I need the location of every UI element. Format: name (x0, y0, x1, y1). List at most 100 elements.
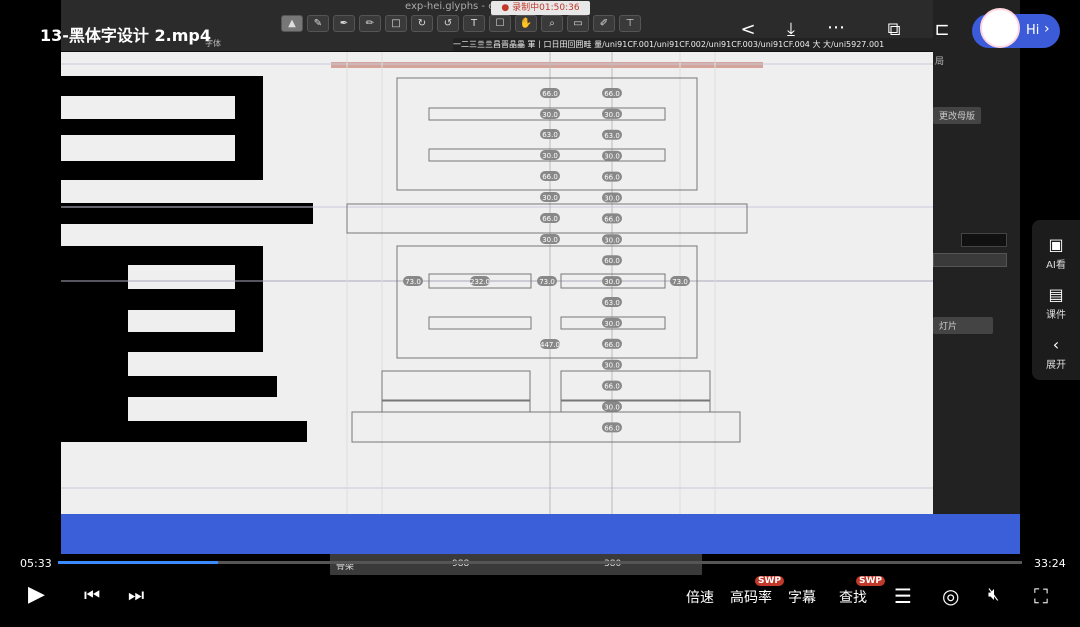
measure-row-badge: 232.0 (470, 276, 490, 286)
svg-text:30.0: 30.0 (542, 111, 558, 119)
ai-view-icon: ▣ (1048, 235, 1064, 254)
right-rail: ▣ AI看 ▤ 课件 ‹ 展开 (1032, 220, 1080, 380)
measure-left-badge: 30.0 (540, 150, 560, 160)
svg-text:30.0: 30.0 (604, 278, 620, 286)
rail-courseware-label: 课件 (1046, 310, 1066, 321)
tool-rotate: ↻ (411, 15, 433, 32)
tool-pencil: ✏ (359, 15, 381, 32)
measure-center-badge: 66.0 (602, 338, 622, 349)
rail-ai-view[interactable]: ▣ AI看 (1032, 234, 1080, 271)
measure-row-badge: 73.0 (537, 276, 557, 286)
video-title: 13-黑体字设计 2.mp4 (40, 26, 211, 45)
more-icon[interactable]: ⋯ (824, 16, 848, 40)
measure-row-badge: 73.0 (670, 276, 690, 286)
tool-anchor: ⊤ (619, 15, 641, 32)
svg-text:232.0: 232.0 (470, 278, 490, 286)
measure-center-badge: 63.0 (602, 297, 622, 307)
svg-text:30.0: 30.0 (604, 195, 620, 203)
measure-left-badge: 30.0 (540, 234, 560, 244)
svg-text:66.0: 66.0 (604, 215, 620, 223)
progress-bar[interactable] (58, 561, 1022, 564)
svg-text:73.0: 73.0 (405, 278, 421, 286)
svg-text:66.0: 66.0 (604, 341, 620, 349)
total-time: 33:24 (1034, 557, 1066, 570)
tool-hand: ✋ (515, 15, 537, 32)
ai-assistant-button[interactable]: Hi › (972, 8, 1060, 48)
measure-center-badge: 30.0 (602, 317, 622, 328)
tool-knife: ✐ (593, 15, 615, 32)
tool-annotate: ☐ (489, 15, 511, 32)
progress-fill (58, 561, 219, 564)
playlist-icon[interactable]: ☰ (894, 584, 912, 608)
measure-left-badge: 66.0 (540, 213, 560, 223)
swp-badge: SWP (755, 576, 785, 586)
tool-brush: ✒ (333, 15, 355, 32)
measure-center-badge: 66.0 (602, 213, 622, 224)
next-icon[interactable]: ⏭ (128, 585, 144, 606)
subtitles-button[interactable]: 字幕 (788, 587, 816, 607)
tool-measure: ▭ (567, 15, 589, 32)
svg-text:66.0: 66.0 (604, 174, 620, 182)
svg-text:66.0: 66.0 (604, 383, 620, 391)
glyph-outline-editor[interactable]: 66.0 30.0 63.0 30.0 66.0 30.0 66.0 30.0 447.0 66.… (61, 52, 933, 515)
svg-text:30.0: 30.0 (604, 236, 620, 244)
tool-rect: □ (385, 15, 407, 32)
svg-text:73.0: 73.0 (672, 278, 688, 286)
measure-left-badge: 63.0 (540, 129, 560, 139)
svg-text:63.0: 63.0 (542, 131, 558, 139)
recording-badge: ● 录制中01:50:36 (491, 1, 590, 15)
video-player[interactable]: exp-hei.glyphs - ex ● 录制中01:50:36 ▲ ✎ ✒ … (0, 0, 1080, 627)
svg-text:63.0: 63.0 (604, 299, 620, 307)
tool-pen: ✎ (307, 15, 329, 32)
subtitle-overlay (61, 514, 1020, 554)
measure-center-badge: 30.0 (602, 150, 622, 161)
previous-icon[interactable]: ⏮ (84, 585, 100, 606)
courseware-icon: ▤ (1048, 285, 1064, 304)
tool-text: T (463, 15, 485, 32)
measure-center-badge: 60.0 (602, 255, 622, 266)
measure-left-badge: 66.0 (540, 88, 560, 98)
measure-center-badge: 66.0 (602, 422, 622, 433)
share-icon[interactable]: < (736, 18, 760, 42)
svg-text:73.0: 73.0 (539, 278, 555, 286)
svg-text:30.0: 30.0 (604, 153, 620, 161)
hi-label: Hi (1026, 23, 1040, 38)
svg-text:30.0: 30.0 (604, 362, 620, 370)
svg-text:30.0: 30.0 (542, 152, 558, 160)
measure-left-badge: 66.0 (540, 171, 560, 181)
tool-zoom: ⌕ (541, 15, 563, 32)
svg-text:66.0: 66.0 (604, 424, 620, 432)
rail-courseware[interactable]: ▤ 课件 (1032, 284, 1080, 321)
search-button[interactable]: 查找 (839, 587, 867, 607)
change-master-button: 更改母版 (933, 107, 982, 124)
measure-center-badge: 30.0 (602, 108, 622, 119)
measure-center-badge: 66.0 (602, 171, 622, 182)
side-label-top: 局 (935, 57, 945, 67)
rail-ai-view-label: AI看 (1046, 260, 1066, 271)
svg-text:30.0: 30.0 (604, 404, 620, 412)
play-icon[interactable]: ▶ (28, 582, 45, 607)
measure-left-badge: 30.0 (540, 109, 560, 119)
video-frame[interactable]: exp-hei.glyphs - ex ● 录制中01:50:36 ▲ ✎ ✒ … (61, 0, 933, 515)
mini-window-icon[interactable]: ⊏ (930, 18, 954, 42)
focus-icon[interactable]: ◎ (942, 584, 959, 608)
expand-icon: ‹ (1052, 335, 1060, 354)
speed-button[interactable]: 倍速 (686, 587, 714, 607)
chevron-right-icon: › (1044, 21, 1050, 37)
svg-text:66.0: 66.0 (542, 90, 558, 98)
svg-text:30.0: 30.0 (604, 111, 620, 119)
svg-text:66.0: 66.0 (542, 173, 558, 181)
assistant-avatar (980, 8, 1020, 48)
download-icon[interactable]: ⤓ (779, 18, 803, 42)
measure-left-badge: 447.0 (540, 339, 560, 349)
bitrate-button[interactable]: 高码率 (730, 587, 772, 607)
svg-text:63.0: 63.0 (604, 132, 620, 140)
svg-text:66.0: 66.0 (604, 90, 620, 98)
glyph-canvas: 66.0 30.0 63.0 30.0 66.0 30.0 66.0 30.0 447.0 66.… (61, 52, 933, 515)
mute-icon[interactable]: 🔇︎ (988, 584, 999, 605)
app-side-panel: 局 更改母版 灯片 (933, 0, 1020, 515)
fullscreen-icon[interactable]: ⛶ (1034, 584, 1048, 608)
picture-in-picture-icon[interactable]: ⧉ (882, 18, 906, 42)
rail-expand[interactable]: ‹ 展开 (1032, 334, 1080, 371)
measure-center-badge: 30.0 (602, 359, 622, 370)
